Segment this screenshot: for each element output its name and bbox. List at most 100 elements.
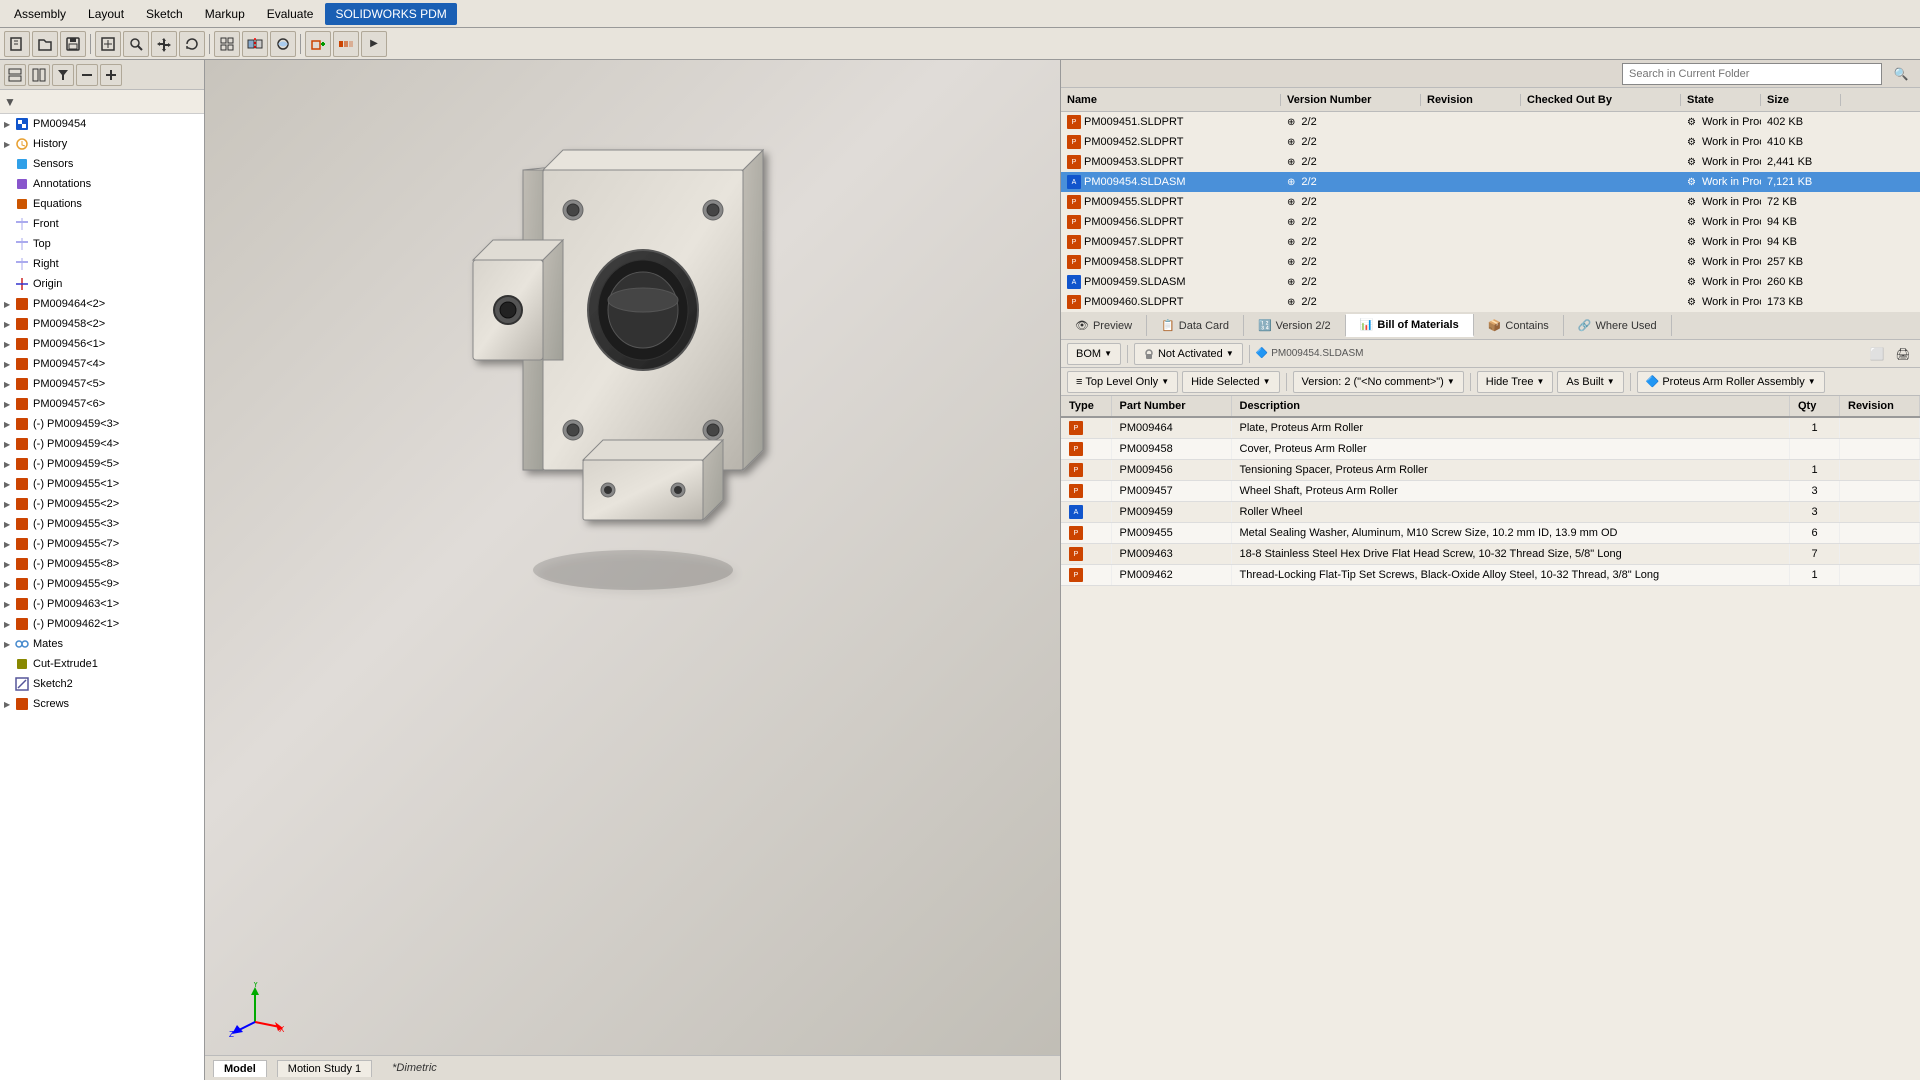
tab-data-card[interactable]: 📋 Data Card <box>1147 315 1244 336</box>
assembly-btn[interactable]: 🔷 Proteus Arm Roller Assembly ▼ <box>1637 371 1825 393</box>
file-row[interactable]: P PM009458.SLDPRT ⊕2/2 ⚙Work in Process … <box>1061 252 1920 272</box>
tree-item[interactable]: Sketch2 <box>0 674 204 694</box>
file-list[interactable]: P PM009451.SLDPRT ⊕2/2 ⚙Work in Process … <box>1061 112 1920 312</box>
tree-item[interactable]: Equations <box>0 194 204 214</box>
toolbar-appearance[interactable] <box>270 31 296 57</box>
tree-expand-arrow[interactable]: ▶ <box>4 440 14 449</box>
menu-solidworks-pdm[interactable]: SOLIDWORKS PDM <box>325 3 456 25</box>
tree-item[interactable]: ▶ (-) PM009459<3> <box>0 414 204 434</box>
search-input[interactable] <box>1622 63 1882 85</box>
file-row[interactable]: P PM009451.SLDPRT ⊕2/2 ⚙Work in Process … <box>1061 112 1920 132</box>
tree-item[interactable]: ▶ (-) PM009455<8> <box>0 554 204 574</box>
tab-motion-study[interactable]: Motion Study 1 <box>277 1060 372 1077</box>
menu-markup[interactable]: Markup <box>195 3 255 25</box>
toolbar-zoom-fit[interactable] <box>95 31 121 57</box>
menu-assembly[interactable]: Assembly <box>4 3 76 25</box>
tree-item[interactable]: ▶ PM009457<4> <box>0 354 204 374</box>
toolbar-add-component[interactable] <box>305 31 331 57</box>
tree-expand-arrow[interactable]: ▶ <box>4 500 14 509</box>
file-row[interactable]: P PM009455.SLDPRT ⊕2/2 ⚙Work in Process … <box>1061 192 1920 212</box>
tree-item[interactable]: Top <box>0 234 204 254</box>
view-toggle-btn[interactable] <box>4 64 26 86</box>
bom-table-row[interactable]: P PM009457 Wheel Shaft, Proteus Arm Roll… <box>1061 481 1920 502</box>
file-row[interactable]: P PM009460.SLDPRT ⊕2/2 ⚙Work in Process … <box>1061 292 1920 312</box>
tree-item[interactable]: ▶ Screws <box>0 694 204 714</box>
hide-tree-btn[interactable]: Hide Tree ▼ <box>1477 371 1554 393</box>
tree-expand-arrow[interactable]: ▶ <box>4 480 14 489</box>
not-activated-btn[interactable]: Not Activated ▼ <box>1134 343 1243 365</box>
tree-expand-arrow[interactable]: ▶ <box>4 360 14 369</box>
pdm-export-btn[interactable]: ⬜ <box>1866 343 1888 365</box>
tree-item[interactable]: ▶ (-) PM009462<1> <box>0 614 204 634</box>
tree-expand-arrow[interactable]: ▶ <box>4 540 14 549</box>
menu-evaluate[interactable]: Evaluate <box>257 3 324 25</box>
tab-model[interactable]: Model <box>213 1060 267 1077</box>
tree-expand-arrow[interactable]: ▶ <box>4 140 14 149</box>
pdm-print-btn[interactable]: 🖨 <box>1892 343 1914 365</box>
tree-expand-arrow[interactable]: ▶ <box>4 460 14 469</box>
toolbar-open[interactable] <box>32 31 58 57</box>
tree-item[interactable]: ▶ History <box>0 134 204 154</box>
hide-selected-btn[interactable]: Hide Selected ▼ <box>1182 371 1279 393</box>
tree-expand-arrow[interactable]: ▶ <box>4 600 14 609</box>
quick-filter-btn[interactable] <box>52 64 74 86</box>
tree-item[interactable]: ▶ PM009464<2> <box>0 294 204 314</box>
tree-expand-arrow[interactable]: ▶ <box>4 640 14 649</box>
bom-table-row[interactable]: A PM009459 Roller Wheel 3 <box>1061 502 1920 523</box>
tree-item[interactable]: Front <box>0 214 204 234</box>
as-built-btn[interactable]: As Built ▼ <box>1557 371 1623 393</box>
file-row[interactable]: A PM009454.SLDASM ⊕2/2 ⚙Work in Process … <box>1061 172 1920 192</box>
bom-table-row[interactable]: P PM009458 Cover, Proteus Arm Roller <box>1061 439 1920 460</box>
feature-tree[interactable]: ▶ PM009454 ▶ History Sensors Annotations… <box>0 114 204 1080</box>
search-button[interactable]: 🔍 <box>1890 63 1912 85</box>
version-btn[interactable]: Version: 2 ("<No comment>") ▼ <box>1293 371 1464 393</box>
file-row[interactable]: P PM009457.SLDPRT ⊕2/2 ⚙Work in Process … <box>1061 232 1920 252</box>
tree-item[interactable]: ▶ PM009456<1> <box>0 334 204 354</box>
tree-expand-arrow[interactable]: ▶ <box>4 520 14 529</box>
tree-expand-arrow[interactable]: ▶ <box>4 400 14 409</box>
tree-item[interactable]: ▶ PM009457<5> <box>0 374 204 394</box>
toolbar-rotate[interactable] <box>179 31 205 57</box>
tree-item[interactable]: ▶ (-) PM009459<5> <box>0 454 204 474</box>
tree-item[interactable]: ▶ PM009458<2> <box>0 314 204 334</box>
tab-bom[interactable]: 📊 Bill of Materials <box>1346 314 1474 337</box>
bom-menu-btn[interactable]: BOM ▼ <box>1067 343 1121 365</box>
collapse-all-btn[interactable] <box>76 64 98 86</box>
file-row[interactable]: A PM009459.SLDASM ⊕2/2 ⚙Work in Process … <box>1061 272 1920 292</box>
tree-expand-arrow[interactable]: ▶ <box>4 620 14 629</box>
toolbar-pan[interactable] <box>151 31 177 57</box>
file-row[interactable]: P PM009456.SLDPRT ⊕2/2 ⚙Work in Process … <box>1061 212 1920 232</box>
viewport[interactable]: Y X Z Model Motion Study 1 *Dimetric <box>205 60 1060 1080</box>
tree-expand-arrow[interactable]: ▶ <box>4 560 14 569</box>
file-row[interactable]: P PM009452.SLDPRT ⊕2/2 ⚙Work in Process … <box>1061 132 1920 152</box>
tree-item[interactable]: ▶ (-) PM009455<9> <box>0 574 204 594</box>
tree-item[interactable]: ▶ Mates <box>0 634 204 654</box>
tree-item[interactable]: ▶ (-) PM009455<2> <box>0 494 204 514</box>
display-pane-btn[interactable] <box>28 64 50 86</box>
tree-item[interactable]: ▶ (-) PM009459<4> <box>0 434 204 454</box>
tree-item[interactable]: ▶ (-) PM009455<3> <box>0 514 204 534</box>
toolbar-zoom-window[interactable] <box>123 31 149 57</box>
tree-item[interactable]: ▶ (-) PM009455<1> <box>0 474 204 494</box>
menu-sketch[interactable]: Sketch <box>136 3 193 25</box>
expand-all-btn[interactable] <box>100 64 122 86</box>
toolbar-view-orient[interactable] <box>214 31 240 57</box>
bom-table-row[interactable]: P PM009462 Thread-Locking Flat-Tip Set S… <box>1061 565 1920 586</box>
toolbar-linear-pattern[interactable] <box>333 31 359 57</box>
tree-item[interactable]: Cut-Extrude1 <box>0 654 204 674</box>
tree-expand-arrow[interactable]: ▶ <box>4 320 14 329</box>
tree-expand-arrow[interactable]: ▶ <box>4 700 14 709</box>
tree-item[interactable]: ▶ (-) PM009455<7> <box>0 534 204 554</box>
tree-item[interactable]: Right <box>0 254 204 274</box>
toolbar-save[interactable] <box>60 31 86 57</box>
bom-table-row[interactable]: P PM009463 18-8 Stainless Steel Hex Driv… <box>1061 544 1920 565</box>
tree-item[interactable]: Annotations <box>0 174 204 194</box>
root-expand[interactable]: ▶ <box>4 120 14 129</box>
bom-table-row[interactable]: P PM009455 Metal Sealing Washer, Aluminu… <box>1061 523 1920 544</box>
tab-where-used[interactable]: 🔗 Where Used <box>1564 315 1672 336</box>
tree-expand-arrow[interactable]: ▶ <box>4 380 14 389</box>
tree-expand-arrow[interactable]: ▶ <box>4 300 14 309</box>
tree-expand-arrow[interactable]: ▶ <box>4 340 14 349</box>
tab-preview[interactable]: 👁 Preview <box>1061 315 1147 336</box>
toolbar-more[interactable]: ▶ <box>361 31 387 57</box>
